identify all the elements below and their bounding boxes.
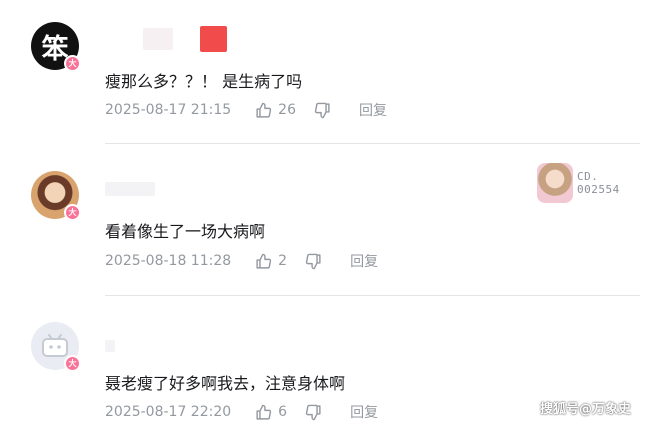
fan-decoration-serial: 002554 xyxy=(577,183,620,196)
tv-mascot-icon xyxy=(42,334,68,357)
fan-decoration-number: CD. 002554 xyxy=(577,170,620,196)
like-button[interactable]: 26 xyxy=(255,102,296,119)
level-badge: 大 xyxy=(64,355,81,372)
comment-timestamp: 2025-08-17 21:15 xyxy=(105,102,232,118)
comment-timestamp: 2025-08-17 22:20 xyxy=(105,404,232,420)
fan-decoration-figure xyxy=(537,163,573,203)
fan-decoration-card[interactable]: CD. 002554 xyxy=(537,162,637,204)
comment-text: 看着像生了一场大病啊 xyxy=(105,222,266,241)
comment-meta: 2025-08-17 21:15 26 回复 xyxy=(105,100,387,120)
comment-text: 瘦那么多？？！ 是生病了吗 xyxy=(105,72,303,91)
thumbs-up-icon xyxy=(256,253,272,269)
source-watermark: 搜狐号@万象史 xyxy=(540,402,632,417)
dislike-button[interactable] xyxy=(305,253,322,270)
like-count: 6 xyxy=(278,404,288,420)
fan-decoration-prefix: CD. xyxy=(577,170,599,183)
comment-text: 聂老瘦了好多啊我去，注意身体啊 xyxy=(105,374,346,393)
reply-button[interactable]: 回复 xyxy=(359,100,387,120)
username-redacted[interactable] xyxy=(105,336,145,358)
level-badge: 大 xyxy=(64,204,81,221)
redaction-blur xyxy=(105,182,155,196)
divider xyxy=(105,143,640,144)
reply-button[interactable]: 回复 xyxy=(350,251,378,271)
like-count: 26 xyxy=(278,102,296,118)
dislike-button[interactable] xyxy=(314,102,331,119)
avatar[interactable]: 笨 大 xyxy=(31,22,81,72)
comment-meta: 2025-08-17 22:20 6 回复 xyxy=(105,402,378,422)
thumbs-up-icon xyxy=(256,102,272,118)
like-button[interactable]: 6 xyxy=(255,404,287,421)
like-count: 2 xyxy=(278,253,288,269)
reply-button[interactable]: 回复 xyxy=(350,402,378,422)
username-redacted[interactable] xyxy=(105,26,235,52)
level-badge: 大 xyxy=(64,55,81,72)
avatar[interactable]: 大 xyxy=(31,322,81,372)
thumbs-up-icon xyxy=(256,404,272,420)
comment-item: 笨 大 瘦那么多？？！ 是生病了吗 2025-08-17 21:15 26 回复 xyxy=(0,0,650,150)
redaction-blur xyxy=(143,28,173,50)
like-button[interactable]: 2 xyxy=(255,253,287,270)
thumbs-down-icon xyxy=(314,102,330,118)
thumbs-down-icon xyxy=(305,404,321,420)
redaction-blur xyxy=(105,340,115,352)
username-redacted[interactable] xyxy=(105,178,165,200)
comment-meta: 2025-08-18 11:28 2 回复 xyxy=(105,251,378,271)
redaction-red-block xyxy=(200,26,227,52)
thumbs-down-icon xyxy=(305,253,321,269)
dislike-button[interactable] xyxy=(305,404,322,421)
avatar[interactable]: 大 xyxy=(31,171,81,221)
comment-item: 大 CD. 002554 看着像生了一场大病啊 2025-08-18 11:28… xyxy=(0,150,650,296)
comment-timestamp: 2025-08-18 11:28 xyxy=(105,253,232,269)
